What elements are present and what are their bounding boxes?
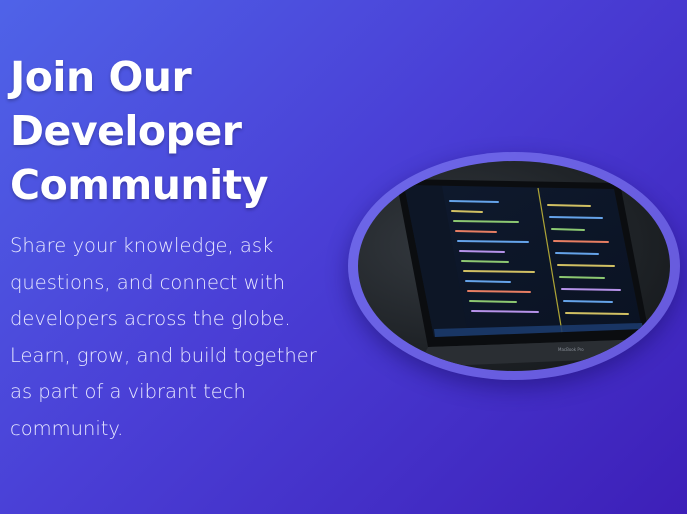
laptop-code-illustration: MacBook Pro xyxy=(396,179,660,367)
description-line: community. xyxy=(10,416,124,440)
page-title: Join Our Developer Community xyxy=(10,50,340,212)
hero-section: Join Our Developer Community Share your … xyxy=(10,50,340,447)
hero-image-ring: MacBook Pro xyxy=(348,152,680,380)
title-line: Community xyxy=(10,161,268,209)
description-line: developers across the globe. xyxy=(10,307,291,330)
title-line: Join Our xyxy=(10,53,192,101)
description-line: as part of a vibrant tech xyxy=(10,380,246,403)
description-line: questions, and connect with xyxy=(10,270,285,294)
hero-image: MacBook Pro xyxy=(358,161,670,371)
laptop-bezel-label: MacBook Pro xyxy=(558,347,584,352)
description-line: Share your knowledge, ask xyxy=(10,234,274,257)
title-line: Developer xyxy=(10,107,242,155)
hero-description: Share your knowledge, ask questions, and… xyxy=(10,228,340,447)
description-line: Learn, grow, and build together xyxy=(10,343,317,367)
